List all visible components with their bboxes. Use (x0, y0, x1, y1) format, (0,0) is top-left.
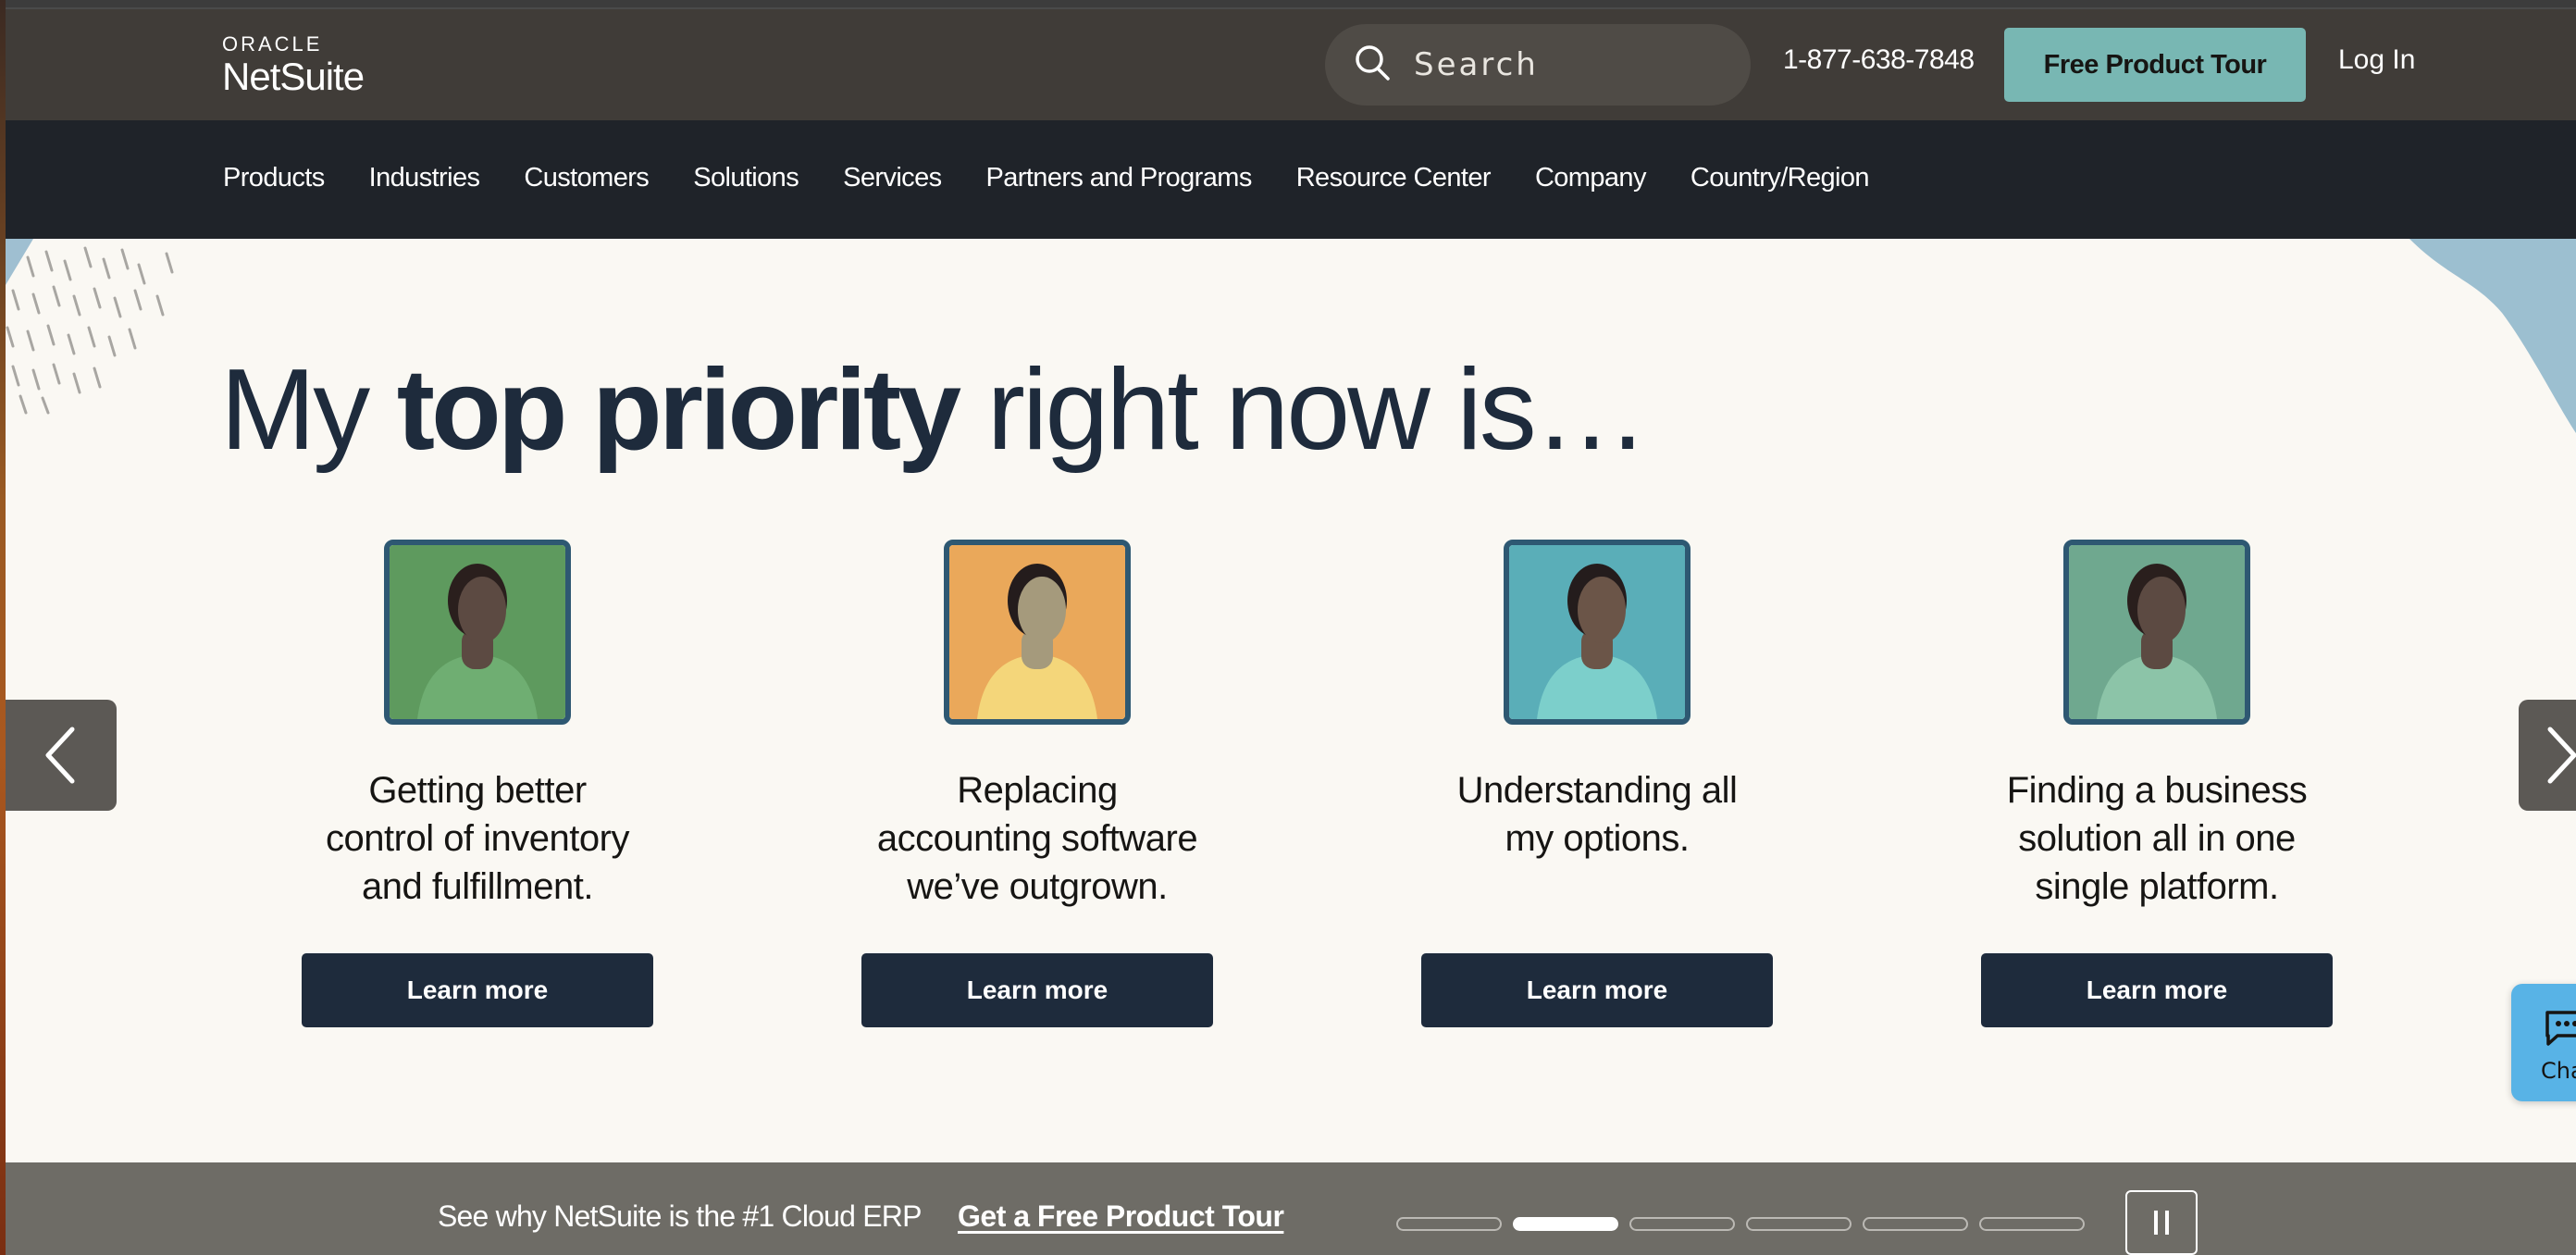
carousel-next-button[interactable] (2519, 700, 2576, 811)
nav-item-country-region[interactable]: Country/Region (1690, 163, 1870, 193)
illustration-face (1018, 577, 1066, 643)
hero-carousel: My top priority right now is… Getting be… (0, 239, 2576, 1162)
carousel-indicator-dot[interactable] (1396, 1217, 1502, 1231)
chat-bubble-icon (2545, 1011, 2576, 1046)
priority-card: Getting better control of inventory and … (283, 540, 672, 1027)
priority-card: Finding a business solution all in one s… (1963, 540, 2351, 1027)
card-text-line: Replacing (957, 770, 1118, 811)
nav-item-products[interactable]: Products (223, 163, 325, 193)
person-illustration (2063, 540, 2250, 725)
card-description: Finding a business solution all in one s… (1963, 766, 2351, 911)
learn-more-button[interactable]: Learn more (861, 953, 1213, 1027)
hero-title: My top priority right now is… (220, 331, 1649, 489)
illustration-face (458, 577, 506, 643)
decorative-shape-top-right (2409, 239, 2576, 433)
carousel-indicator-dot[interactable] (1979, 1217, 2085, 1231)
card-text-line: control of inventory (326, 818, 629, 859)
log-in-link[interactable]: Log In (2338, 44, 2415, 76)
nav-item-industries[interactable]: Industries (369, 163, 480, 193)
card-description: Understanding all my options. (1403, 766, 1791, 911)
card-text-line: we’ve outgrown. (907, 866, 1168, 907)
chat-label: Chat (2541, 1058, 2576, 1084)
priority-card: Replacing accounting software we’ve outg… (843, 540, 1232, 1027)
learn-more-button[interactable]: Learn more (1981, 953, 2333, 1027)
card-text-line: Understanding all (1456, 770, 1738, 811)
get-free-product-tour-link[interactable]: Get a Free Product Tour (958, 1199, 1284, 1234)
illustration-face (2137, 577, 2186, 643)
pause-icon-bar (2165, 1211, 2169, 1235)
carousel-indicator-dot[interactable] (1513, 1217, 1618, 1231)
decorative-pattern-top-left (0, 239, 174, 415)
free-product-tour-button[interactable]: Free Product Tour (2004, 28, 2306, 102)
card-text-line: accounting software (876, 818, 1198, 859)
card-text-line: and fulfillment. (362, 866, 593, 907)
carousel-indicator-dot[interactable] (1863, 1217, 1968, 1231)
hero-title-post: right now is… (986, 346, 1649, 474)
chevron-left-icon (45, 727, 75, 784)
priority-card: Understanding all my options. Learn more (1403, 540, 1791, 1027)
carousel-pause-button[interactable] (2125, 1190, 2198, 1255)
card-description: Replacing accounting software we’ve outg… (843, 766, 1232, 911)
browser-top-strip (0, 0, 2576, 9)
logo-oracle-text: ORACLE (222, 32, 323, 56)
nav-item-solutions[interactable]: Solutions (693, 163, 799, 193)
carousel-indicator-dot[interactable] (1746, 1217, 1852, 1231)
chat-button[interactable]: Chat (2511, 984, 2576, 1101)
card-text-line: my options. (1505, 818, 1690, 859)
nav-item-customers[interactable]: Customers (524, 163, 649, 193)
learn-more-button[interactable]: Learn more (1421, 953, 1773, 1027)
site-header: ORACLE NetSuite 1-877-638-7848 Free Prod… (0, 9, 2576, 120)
logo-netsuite-text: NetSuite (222, 55, 365, 98)
search-input[interactable] (1414, 46, 1728, 83)
nav-item-partners-and-programs[interactable]: Partners and Programs (986, 163, 1253, 193)
browser-edge (0, 0, 6, 1255)
person-illustration (944, 540, 1131, 725)
nav-item-resource-center[interactable]: Resource Center (1296, 163, 1492, 193)
main-nav: Products Industries Customers Solutions … (0, 120, 2576, 239)
carousel-indicators (1396, 1217, 2096, 1231)
card-text-line: Getting better (368, 770, 587, 811)
netsuite-logo[interactable]: ORACLE NetSuite (222, 32, 365, 98)
phone-number-link[interactable]: 1-877-638-7848 (1783, 44, 1975, 76)
carousel-indicator-dot[interactable] (1629, 1217, 1735, 1231)
hero-title-bold: top priority (396, 346, 961, 474)
promo-banner: See why NetSuite is the #1 Cloud ERP Get… (0, 1162, 2576, 1255)
illustration-face (1578, 577, 1626, 643)
nav-item-services[interactable]: Services (843, 163, 942, 193)
chevron-right-icon (2547, 727, 2576, 784)
card-text-line: solution all in one (2018, 818, 2296, 859)
card-text-line: single platform. (2035, 866, 2279, 907)
person-illustration (1504, 540, 1690, 725)
carousel-prev-button[interactable] (6, 700, 117, 811)
search-icon (1353, 43, 1393, 88)
nav-item-company[interactable]: Company (1535, 163, 1647, 193)
hero-title-pre: My (220, 346, 397, 474)
banner-text: See why NetSuite is the #1 Cloud ERP (438, 1199, 922, 1233)
search-box[interactable] (1325, 24, 1751, 106)
pause-icon-bar (2154, 1211, 2158, 1235)
person-illustration (384, 540, 571, 725)
card-text-line: Finding a business (2006, 770, 2308, 811)
card-description: Getting better control of inventory and … (283, 766, 672, 911)
learn-more-button[interactable]: Learn more (302, 953, 653, 1027)
